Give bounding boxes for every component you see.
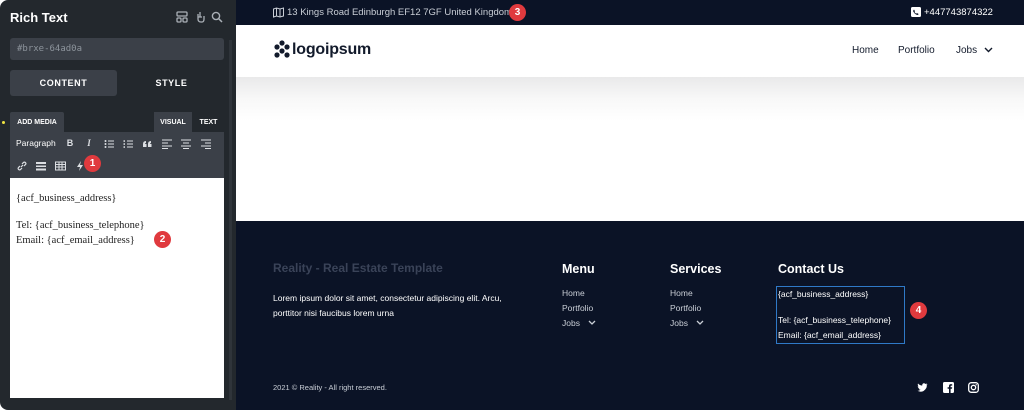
tab-visual[interactable]: VISUAL [154,112,192,132]
footer-menu-jobs[interactable]: Jobs [562,318,580,328]
format-select[interactable]: Paragraph [16,136,56,150]
tab-content[interactable]: CONTENT [10,70,117,96]
panel-title: Rich Text [10,10,68,25]
nav-home[interactable]: Home [852,45,879,56]
contact-address: {acf_business_address} [778,289,869,299]
footer-menu-heading: Menu [562,262,595,276]
bold-button[interactable]: B [65,136,75,150]
align-right-icon[interactable] [201,137,211,151]
footer-description: Lorem ipsum dolor sit amet, consectetur … [273,293,502,318]
footer-services-heading: Services [670,262,722,276]
footer-menu-portfolio[interactable]: Portfolio [562,303,593,313]
nav-portfolio[interactable]: Portfolio [898,45,935,56]
twitter-icon[interactable] [917,382,928,393]
panel-scrollbar[interactable] [229,40,232,400]
nav-jobs[interactable]: Jobs [956,45,977,56]
phone-icon [911,7,921,17]
italic-button[interactable]: I [84,136,94,150]
search-icon[interactable] [210,10,224,24]
facebook-icon[interactable] [943,382,954,393]
footer-copyright: 2021 © Reality - All right reserved. [273,383,387,392]
horizontal-rule-icon[interactable] [36,159,46,173]
screenshot-root: Rich Text CONTENT STYLE ADD MEDIA VISUAL… [0,0,1024,410]
contact-telephone: Tel: {acf_business_telephone} [778,315,891,325]
hero-section [236,77,1024,221]
builder-panel: Rich Text CONTENT STYLE ADD MEDIA VISUAL… [0,0,236,410]
tab-style[interactable]: STYLE [118,70,225,96]
table-icon[interactable] [55,159,66,173]
editor-toolbar: Paragraph B I [10,132,224,178]
footer-services-portfolio[interactable]: Portfolio [670,303,701,313]
annotation-badge-1: 1 [84,155,101,172]
add-media-button[interactable]: ADD MEDIA [10,112,64,132]
element-id-field[interactable] [10,38,224,60]
align-left-icon[interactable] [162,137,172,151]
logo-text[interactable]: logoipsum [292,41,371,59]
annotation-badge-2: 2 [154,231,171,248]
footer-contact-heading: Contact Us [778,262,844,276]
top-bar: 13 Kings Road Edinburgh EF12 7GF United … [236,0,1024,25]
site-header: logoipsum Home Portfolio Jobs [236,25,1024,77]
editor-line-address: {acf_business_address} [16,193,117,204]
rich-text-editor[interactable]: {acf_business_address} Tel: {acf_busines… [10,178,224,398]
footer-services-jobs[interactable]: Jobs [670,318,688,328]
editor-line-email: Email: {acf_email_address} [16,235,135,246]
topbar-phone: +447743874322 [924,7,993,18]
editor-line-telephone: Tel: {acf_business_telephone} [16,220,145,231]
bullet-list-icon[interactable] [104,137,114,151]
site-footer: Reality - Real Estate Template Lorem ips… [236,221,1024,410]
footer-menu-home[interactable]: Home [562,288,585,298]
help-icon[interactable] [193,10,207,24]
tab-text[interactable]: TEXT [193,112,224,132]
chevron-down-icon[interactable] [696,320,704,325]
chevron-down-icon[interactable] [984,47,993,53]
instagram-icon[interactable] [968,382,979,393]
annotation-badge-3: 3 [509,4,526,21]
link-icon[interactable] [17,159,27,173]
dynamic-data-icon[interactable] [76,159,84,173]
annotation-badge-4: 4 [910,302,927,319]
topbar-address: 13 Kings Road Edinburgh EF12 7GF United … [287,7,512,18]
align-center-icon[interactable] [181,137,191,151]
page-preview: 13 Kings Road Edinburgh EF12 7GF United … [236,0,1024,410]
map-icon [273,7,284,18]
numbered-list-icon[interactable] [123,137,133,151]
footer-brand: Reality - Real Estate Template [273,261,443,275]
template-icon[interactable] [175,10,189,24]
contact-email: Email: {acf_email_address} [778,330,882,340]
logo-mark[interactable] [273,40,291,58]
chevron-down-icon[interactable] [588,320,596,325]
blockquote-icon[interactable] [142,137,153,151]
footer-services-home[interactable]: Home [670,288,693,298]
indicator-dot [2,121,5,124]
